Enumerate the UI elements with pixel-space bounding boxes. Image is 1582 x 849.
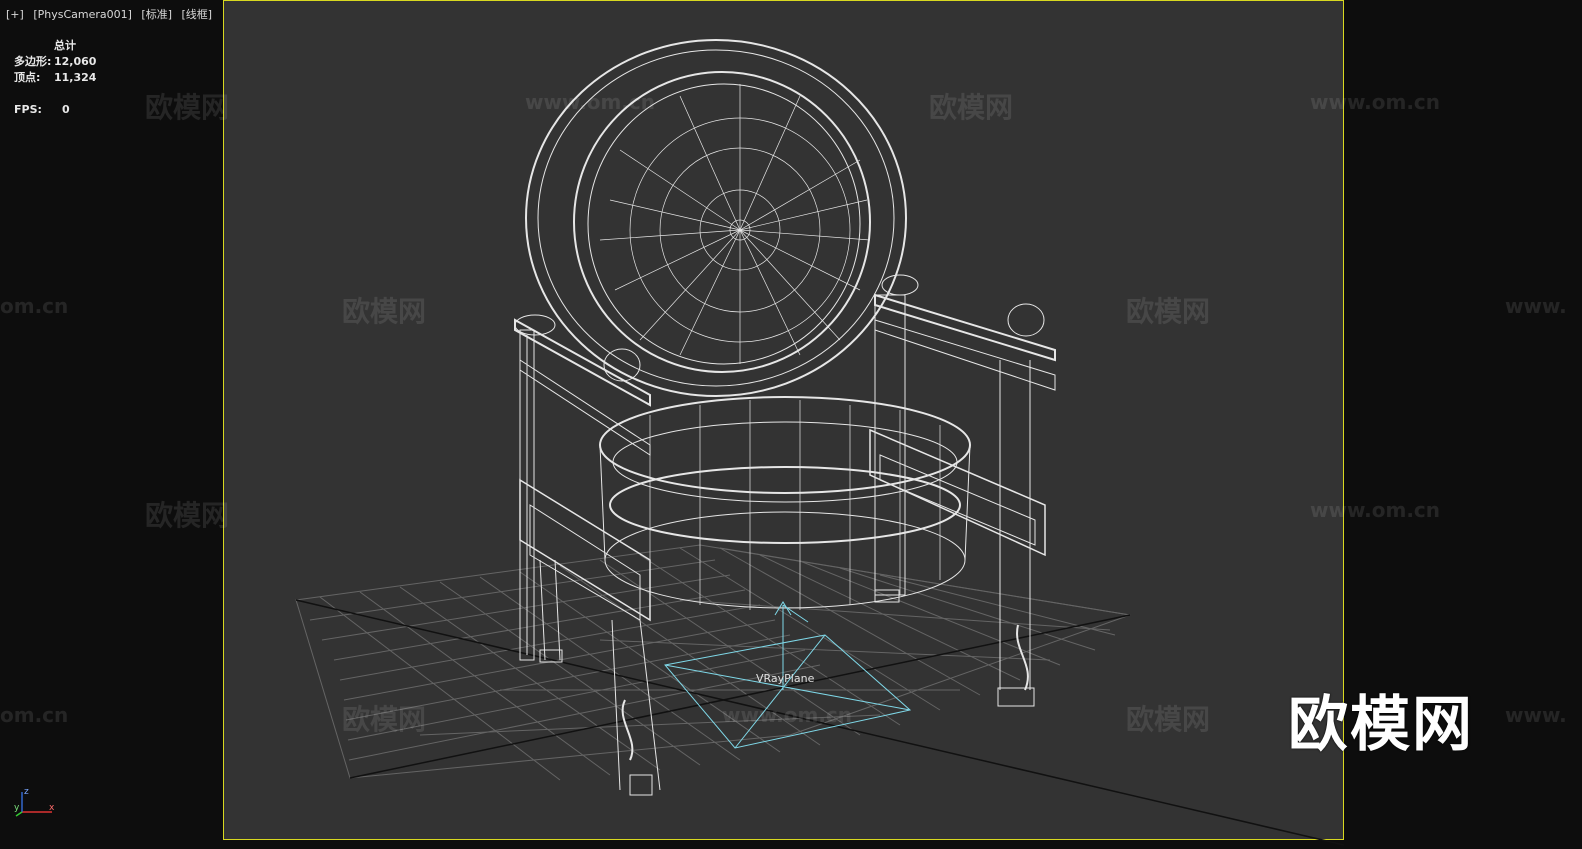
watermark-url: www.om.cn: [1310, 498, 1441, 522]
ground-grid: [295, 544, 1131, 781]
watermark-cn: 欧模网: [342, 295, 427, 328]
brand-watermark: 欧模网: [1288, 690, 1474, 760]
watermark-url-partial: om.cn: [0, 294, 69, 318]
watermark-url-partial: om.cn: [0, 703, 69, 727]
watermark-url: www.om.cn: [1310, 90, 1441, 114]
watermark-cn: 欧模网: [1126, 295, 1211, 328]
watermark-url: www.om.cn: [525, 90, 656, 114]
axis-z-label: z: [24, 787, 29, 797]
axis-y-label: y: [14, 803, 20, 813]
watermark-url-partial: www.: [1505, 294, 1567, 318]
watermark-cn: 欧模网: [342, 703, 427, 736]
watermark-url: www.om.cn: [722, 703, 853, 727]
vrayplane-label[interactable]: VRayPlane: [756, 672, 814, 685]
axis-tripod-icon: z y x: [14, 787, 55, 817]
watermark-cn: 欧模网: [145, 91, 230, 124]
watermark-url-partial: www.: [1505, 703, 1567, 727]
watermark-cn: 欧模网: [1126, 703, 1211, 736]
axis-x-label: x: [49, 803, 55, 813]
watermark-cn: 欧模网: [929, 91, 1014, 124]
watermark-cn: 欧模网: [145, 499, 230, 532]
